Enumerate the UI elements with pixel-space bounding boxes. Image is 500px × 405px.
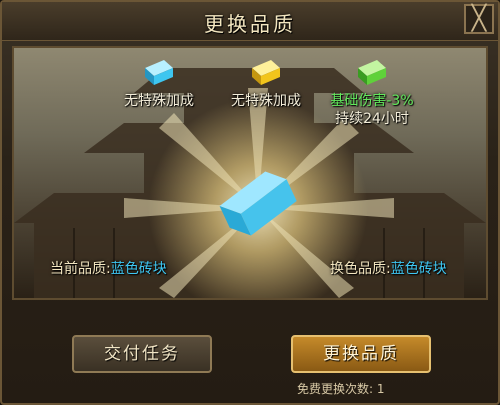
submit-task-button[interactable]: 交付任务 xyxy=(72,335,212,373)
close-icon: ╳ xyxy=(471,4,487,32)
dialog-title: 更换品质 xyxy=(204,12,296,36)
new-quality-value: 蓝色砖块 xyxy=(390,261,447,277)
change-quality-dialog: 更换品质 ╳ 无特殊加成 无特殊加成 基础伤害-3% 持续24小时 当前品质:蓝… xyxy=(0,0,500,405)
current-quality: 当前品质:蓝色砖块 xyxy=(50,258,167,278)
blue-brick-icon xyxy=(145,60,173,85)
change-quality-button[interactable]: 更换品质 xyxy=(291,335,431,373)
current-quality-label: 当前品质: xyxy=(50,261,111,277)
palace-scene: 无特殊加成 无特殊加成 基础伤害-3% 持续24小时 当前品质:蓝色砖块 换色品… xyxy=(12,46,488,300)
reward-duration: 持续24小时 xyxy=(335,111,409,127)
reward-label: 基础伤害-3% xyxy=(330,93,414,109)
new-quality: 换色品质:蓝色砖块 xyxy=(330,258,447,278)
free-change-count: 免费更换次数: 1 xyxy=(297,382,385,396)
green-brick-icon xyxy=(358,60,386,85)
close-button[interactable]: ╳ xyxy=(464,4,494,34)
title-bar: 更换品质 ╳ xyxy=(2,2,498,41)
new-quality-label: 换色品质: xyxy=(330,261,391,277)
current-quality-value: 蓝色砖块 xyxy=(110,261,167,277)
yellow-brick-icon xyxy=(252,60,280,85)
reward-item-3: 基础伤害-3% 持续24小时 xyxy=(297,58,447,128)
